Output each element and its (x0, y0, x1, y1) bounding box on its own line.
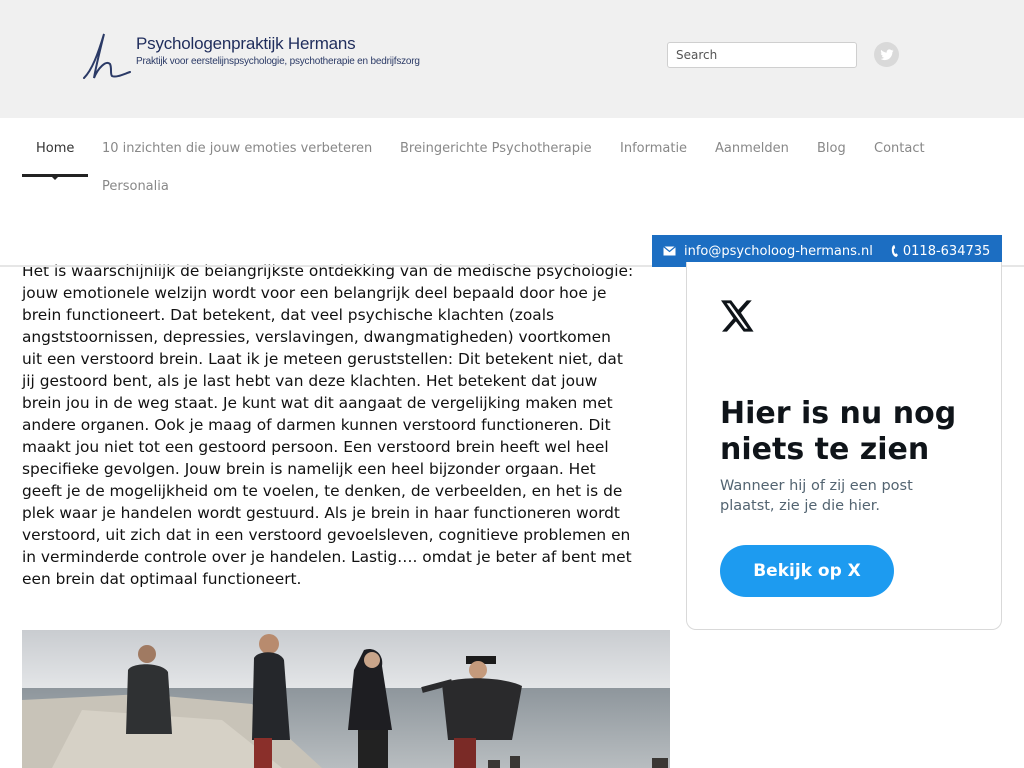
article-line: een brein dat optimaal functioneert. (22, 570, 302, 588)
contact-phone[interactable]: 0118-634735 (891, 244, 990, 259)
article-line: andere organen. Ook je maag of darmen ku… (22, 416, 611, 434)
article-line: uit een verstoord brein. Laat ik je mete… (22, 350, 623, 368)
article-body: Het is waarschijnlijk de belangrijkste o… (22, 260, 672, 590)
article-line: in verminderde controle over je handelen… (22, 548, 632, 566)
logo-title: Psychologenpraktijk Hermans (136, 34, 356, 53)
contact-phone-text: 0118-634735 (902, 243, 991, 259)
view-on-x-button[interactable]: Bekijk op X (720, 545, 894, 597)
envelope-icon (663, 246, 676, 256)
site-header: Psychologenpraktijk Hermans Praktijk voo… (0, 0, 1024, 118)
article-line: jij gestoord bent, als je last hebt van … (22, 372, 598, 390)
nav-item-psychotherapie[interactable]: Breingerichte Psychotherapie (400, 141, 592, 156)
twitter-icon (880, 48, 894, 60)
nav-item-aanmelden[interactable]: Aanmelden (715, 141, 789, 156)
x-empty-subtext: Wanneer hij of zij een post plaatst, zie… (720, 478, 913, 514)
article-line: plek waar je handelen wordt gestuurd. Al… (22, 504, 620, 522)
nav-item-inzichten[interactable]: 10 inzichten die jouw emoties verbeteren (102, 141, 372, 156)
logo-h-icon (83, 33, 131, 79)
beach-photo (22, 630, 670, 768)
article-line: maakt jou niet tot een gestoord persoon.… (22, 438, 609, 456)
nav-item-personalia[interactable]: Personalia (102, 179, 169, 194)
contact-email-text: info@psycholoog-hermans.nl (684, 243, 873, 259)
search-input[interactable] (667, 42, 857, 68)
article-line: geeft je de mogelijkheid om te voelen, t… (22, 482, 623, 500)
nav-item-informatie[interactable]: Informatie (620, 141, 687, 156)
nav-item-contact[interactable]: Contact (874, 141, 925, 156)
nav-item-blog[interactable]: Blog (817, 141, 846, 156)
x-logo-icon (721, 300, 754, 332)
nav-active-caret (51, 176, 59, 180)
x-empty-heading: Hier is nu nog niets te zien (720, 396, 957, 467)
article-line: verstoord, uit zich dat in een verstoord… (22, 526, 631, 544)
nav-item-home[interactable]: Home (36, 141, 74, 156)
twitter-link[interactable] (874, 42, 899, 67)
phone-icon (891, 245, 898, 257)
contact-email[interactable]: info@psycholoog-hermans.nl (663, 244, 873, 259)
article-line: brein jou in de weg staat. Je kunt wat d… (22, 394, 613, 412)
site-logo[interactable]: Psychologenpraktijk Hermans Praktijk voo… (82, 30, 422, 82)
x-timeline-widget: Hier is nu nog niets te zien Wanneer hij… (686, 262, 1002, 630)
article-line: specifieke gevolgen. Jouw brein is namel… (22, 460, 596, 478)
article-line: angststoornissen, depressies, verslaving… (22, 328, 611, 346)
article-line: jouw emotionele welzijn wordt voor een b… (22, 284, 607, 302)
logo-subtitle: Praktijk voor eerstelijnspsychologie, ps… (136, 56, 420, 67)
article-line: Het is waarschijnlijk de belangrijkste o… (22, 262, 634, 280)
beach-photo-image (22, 630, 670, 768)
article-line: brein functioneert. Dat betekent, dat ve… (22, 306, 554, 324)
